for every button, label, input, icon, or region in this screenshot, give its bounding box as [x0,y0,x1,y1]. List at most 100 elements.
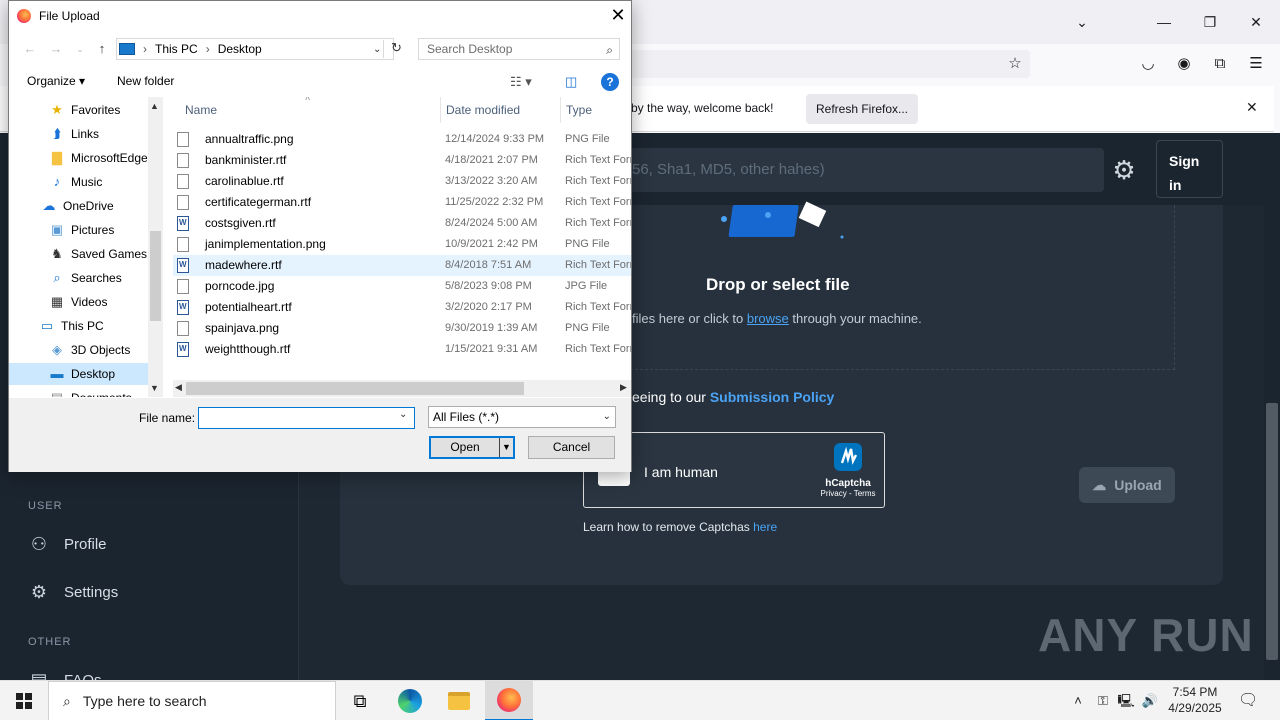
sort-arrow-icon: ˄ [305,97,311,103]
file-row[interactable]: spainjava.png 9/30/2019 1:39 AM PNG File [173,318,631,339]
refresh-firefox-button[interactable]: Refresh Firefox... [806,94,918,124]
page-scrollbar-thumb[interactable] [1266,403,1278,660]
nav-item-favorites[interactable]: ★ Favorites [9,99,148,121]
minimize-button[interactable]: — [1152,10,1176,34]
account-icon[interactable]: ◉ [1174,54,1194,74]
sidebar-item-settings[interactable]: ⚙ Settings [28,581,118,603]
open-button[interactable]: Open ▼ [429,436,515,459]
browse-link[interactable]: browse [747,311,789,326]
scroll-left-icon[interactable]: ◀ [175,382,182,393]
file-row[interactable]: annualtraffic.png 12/14/2024 9:33 PM PNG F… [173,129,631,150]
menu-icon[interactable]: ☰ [1246,54,1266,74]
nav-item-microsoftedge[interactable]: ▇ MicrosoftEdge [9,147,148,169]
open-split-dropdown-icon[interactable]: ▼ [499,438,513,457]
close-window-button[interactable]: ✕ [1244,10,1268,34]
cancel-button[interactable]: Cancel [528,436,615,459]
sidebar-item-faqs[interactable]: ▤ FAQs [28,669,102,681]
breadcrumb-desktop[interactable]: Desktop [218,42,262,56]
pocket-icon[interactable]: ◡ [1138,54,1158,74]
taskbar-search[interactable]: ⌕ Type here to search [48,681,336,720]
address-bar[interactable] [630,50,1030,78]
file-type: Rich Text Format [565,175,631,187]
task-view-button[interactable]: ⧉ [336,681,384,720]
gear-icon: ⚙ [30,582,48,602]
extensions-icon[interactable]: ⧉ [1210,54,1230,74]
scroll-right-icon[interactable]: ▶ [620,382,627,393]
file-row[interactable]: potentialheart.rtf 3/2/2020 2:17 PM Rich T… [173,297,631,318]
nav-item-saved-games[interactable]: ♞ Saved Games [9,243,148,265]
edge-taskbar-button[interactable] [386,681,434,720]
chevron-down-icon[interactable]: ⌄ [399,409,407,420]
search-desktop-input[interactable]: Search Desktop ⌕ [418,38,620,60]
file-row[interactable]: weightthough.rtf 1/15/2021 9:31 AM Rich Te… [173,339,631,360]
file-name-input[interactable] [198,407,415,429]
computer-icon: ▭ [40,318,54,333]
file-row[interactable]: certificategerman.rtf 11/25/2022 2:32 PM R… [173,192,631,213]
cube-icon: ◈ [52,342,62,357]
forward-arrow-icon[interactable]: → [47,41,65,57]
close-icon[interactable]: ✕ [1246,99,1258,116]
nav-item-music[interactable]: ♪ Music [9,171,148,193]
up-arrow-icon[interactable]: ↑ [93,41,111,57]
sidebar-item-profile[interactable]: ⚇ Profile [28,533,107,555]
upload-button[interactable]: ☁ Upload [1079,467,1175,503]
nav-item-desktop[interactable]: ▬ Desktop [9,363,148,385]
help-icon[interactable]: ? [601,73,619,91]
network-icon[interactable]: 🖳 [1116,691,1136,711]
breadcrumb-this-pc[interactable]: This PC [155,42,198,56]
tray-app-icon[interactable]: ⚿ [1093,691,1113,711]
firefox-taskbar-button[interactable] [485,681,533,720]
file-type-select[interactable]: All Files (*.*) ⌄ [428,406,616,428]
file-row[interactable]: madewhere.rtf 8/4/2018 7:51 AM Rich Text F… [173,255,631,276]
restore-button[interactable]: ❐ [1198,10,1222,34]
file-list-hscrollbar-thumb[interactable] [186,382,524,395]
nav-item-videos[interactable]: ▦ Videos [9,291,148,313]
nav-item-documents[interactable]: ▤ Documents [9,387,148,398]
submission-policy-link[interactable]: Submission Policy [710,389,834,405]
nav-item-pictures[interactable]: ▣ Pictures [9,219,148,241]
organize-button[interactable]: Organize ▾ [27,74,85,88]
file-row[interactable]: bankminister.rtf 4/18/2021 2:07 PM Rich Te… [173,150,631,171]
nav-item-label: Saved Games [71,247,148,261]
dialog-close-button[interactable]: ✕ [609,5,627,25]
nav-item-label: Videos [71,295,108,309]
nav-pane-scrollbar-thumb[interactable] [150,231,161,321]
refresh-icon[interactable]: ↻ [391,40,402,56]
taskbar-clock[interactable]: 7:54 PM 4/29/2025 [1166,684,1224,716]
scroll-down-icon[interactable]: ▼ [150,383,159,393]
tray-chevron-up-icon[interactable]: ˄ [1068,691,1088,711]
preview-pane-icon[interactable]: ◫ [565,74,577,90]
file-row[interactable]: carolinablue.rtf 3/13/2022 3:20 AM Rich Te… [173,171,631,192]
view-options-icon[interactable]: ☷ ▾ [510,74,532,90]
nav-item-this-pc[interactable]: ▭ This PC [9,315,148,337]
start-button[interactable] [0,681,48,720]
column-name[interactable]: Name [185,103,217,117]
file-name: janimplementation.png [205,237,326,251]
nav-item-onedrive[interactable]: ☁ OneDrive [9,195,148,217]
nav-item-searches[interactable]: ⌕ Searches [9,267,148,289]
column-date-modified[interactable]: Date modified [446,103,520,117]
chevron-down-icon[interactable]: ⌄ [373,44,381,55]
notifications-icon[interactable]: 🗨 [1238,691,1258,711]
star-icon[interactable]: ☆ [1005,54,1025,74]
tab-list-chevron-icon[interactable]: ⌄ [1070,10,1094,34]
sidebar-item-label: FAQs [64,671,102,681]
scroll-up-icon[interactable]: ▲ [150,101,159,111]
volume-icon[interactable]: 🔊 [1140,691,1160,711]
file-row[interactable]: janimplementation.png 10/9/2021 2:42 PM PN… [173,234,631,255]
back-arrow-icon[interactable]: ← [21,41,39,57]
new-folder-button[interactable]: New folder [117,74,174,88]
sign-in-button[interactable]: Sign in [1156,140,1223,198]
file-row[interactable]: porncode.jpg 5/8/2023 9:08 PM JPG File [173,276,631,297]
recent-chevron-icon[interactable]: ⌄ [71,41,89,57]
file-explorer-taskbar-button[interactable] [435,681,483,720]
column-type[interactable]: Type [566,103,592,117]
file-row[interactable]: costsgiven.rtf 8/24/2024 5:00 AM Rich Text… [173,213,631,234]
captcha-help-link[interactable]: here [753,520,777,534]
nav-item-3d-objects[interactable]: ◈ 3D Objects [9,339,148,361]
settings-gear-icon[interactable]: ⚙ [1110,153,1138,187]
hash-search-input[interactable]: 56, Sha1, MD5, other hahes) [620,148,1104,192]
nav-item-links[interactable]: ⮭ Links [9,123,148,145]
captcha-privacy-terms[interactable]: Privacy - Terms [820,489,876,498]
address-breadcrumb[interactable]: › This PC › Desktop ⌄ [116,38,394,60]
